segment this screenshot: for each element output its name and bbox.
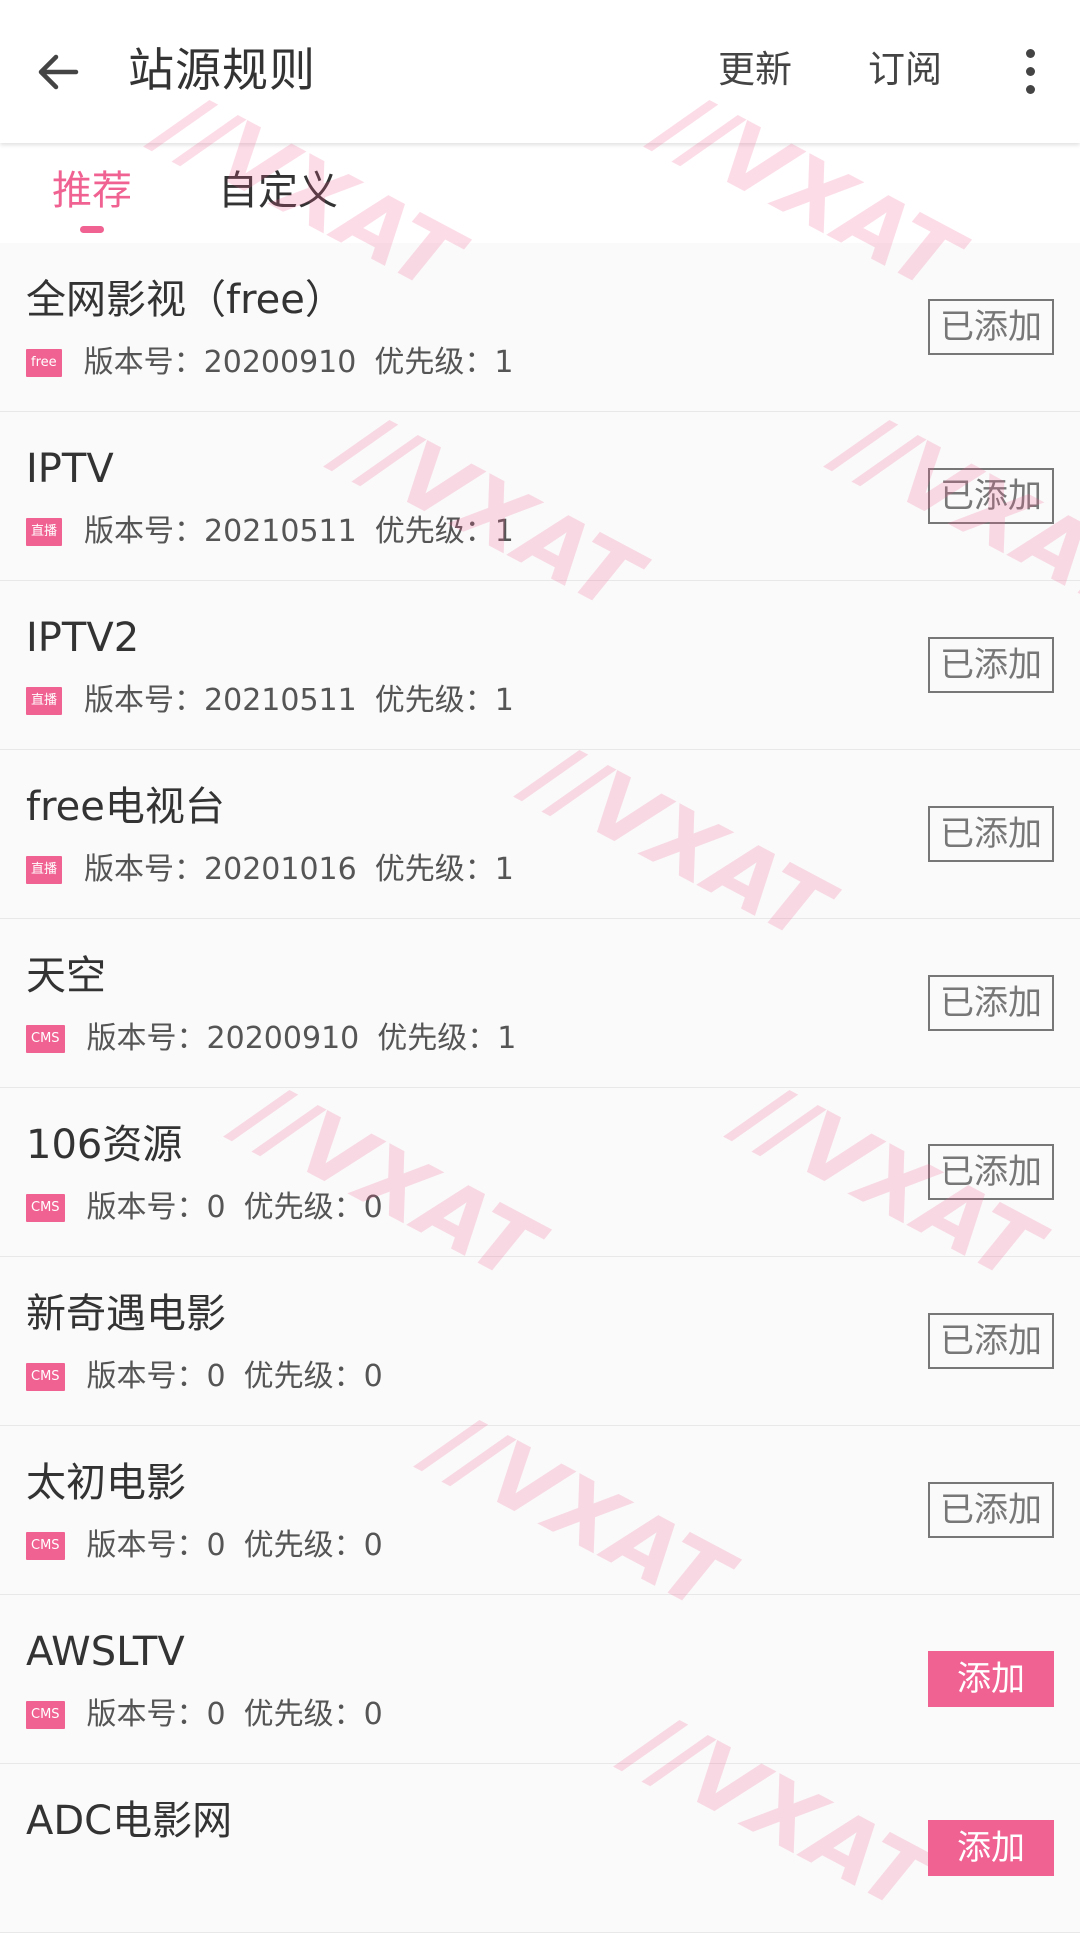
tab-custom[interactable]: 自定义: [218, 163, 338, 219]
source-row[interactable]: 106资源 CMS 版本号：0 优先级：0 已添加: [0, 1088, 1080, 1257]
source-meta: CMS 版本号：0 优先级：0: [26, 1357, 383, 1397]
page-title: 站源规则: [128, 43, 316, 97]
source-name: IPTV2: [26, 615, 140, 661]
source-row[interactable]: AWSLTV CMS 版本号：0 优先级：0 添加: [0, 1595, 1080, 1764]
source-name: 天空: [26, 953, 106, 999]
source-version: 版本号：20200910: [86, 1021, 360, 1056]
source-name: AWSLTV: [26, 1629, 185, 1675]
source-version: 版本号：0: [86, 1697, 226, 1732]
source-meta: CMS 版本号：0 优先级：0: [26, 1526, 383, 1566]
source-type-badge: CMS: [26, 1194, 65, 1222]
more-vert-icon-dot: [1025, 84, 1035, 94]
source-meta: CMS 版本号：0 优先级：0: [26, 1188, 383, 1228]
source-meta: 直播 版本号：20201016 优先级：1: [26, 850, 514, 890]
source-type-badge: CMS: [26, 1025, 65, 1053]
source-name: 太初电影: [26, 1460, 186, 1506]
source-row[interactable]: ADC电影网 添加: [0, 1764, 1080, 1933]
app-bar: 站源规则 更新 订阅: [0, 0, 1080, 143]
source-type-badge: 直播: [26, 518, 63, 546]
source-row[interactable]: 天空 CMS 版本号：20200910 优先级：1 已添加: [0, 919, 1080, 1088]
source-type-badge: 直播: [26, 856, 63, 884]
source-name: 全网影视（free）: [26, 277, 345, 323]
source-version: 版本号：20210511: [84, 683, 357, 718]
tab-indicator: [80, 226, 104, 233]
source-priority: 优先级：0: [243, 1697, 383, 1732]
source-version: 版本号：0: [86, 1359, 226, 1394]
source-meta: 直播 版本号：20210511 优先级：1: [26, 512, 514, 552]
add-button[interactable]: 添加: [928, 1820, 1054, 1876]
added-button[interactable]: 已添加: [928, 468, 1054, 524]
source-priority: 优先级：1: [374, 345, 514, 380]
source-meta: 直播 版本号：20210511 优先级：1: [26, 681, 514, 721]
source-priority: 优先级：1: [374, 852, 514, 887]
update-button[interactable]: 更新: [718, 42, 792, 98]
arrow-left-icon: [38, 54, 79, 90]
source-list: 全网影视（free） free 版本号：20200910 优先级：1 已添加 IPTV 直播…: [0, 243, 1080, 1933]
source-row[interactable]: free电视台直播 版本号：20201016 优先级：1 已添加: [0, 750, 1080, 919]
source-priority: 优先级：1: [377, 1021, 517, 1056]
source-version: 版本号：20200910: [83, 345, 357, 380]
source-row[interactable]: 新奇遇电影 CMS 版本号：0 优先级：0 已添加: [0, 1257, 1080, 1426]
source-name: ADC电影网: [26, 1798, 233, 1844]
source-meta: free 版本号：20200910 优先级：1: [26, 343, 513, 383]
more-vert-icon: [1025, 48, 1035, 58]
source-row[interactable]: 太初电影 CMS 版本号：0 优先级：0 已添加: [0, 1426, 1080, 1595]
more-options-button[interactable]: [1010, 36, 1050, 106]
source-type-badge: free: [26, 349, 62, 377]
tab-recommend[interactable]: 推荐: [52, 163, 132, 219]
source-version: 版本号：0: [86, 1528, 226, 1563]
tab-bar: 推荐 自定义: [0, 143, 1080, 243]
added-button[interactable]: 已添加: [928, 1313, 1054, 1369]
source-priority: 优先级：1: [374, 514, 514, 549]
source-row[interactable]: IPTV2 直播 版本号：20210511 优先级：1 已添加: [0, 581, 1080, 750]
source-version: 版本号：20201016: [84, 852, 357, 887]
add-button[interactable]: 添加: [928, 1651, 1054, 1707]
added-button[interactable]: 已添加: [928, 1482, 1054, 1538]
source-priority: 优先级：0: [243, 1359, 383, 1394]
more-vert-icon-dot: [1025, 66, 1035, 76]
source-name: 106资源: [26, 1122, 183, 1168]
source-type-badge: CMS: [26, 1532, 65, 1560]
source-name: free电视台: [26, 784, 225, 830]
source-type-badge: CMS: [26, 1363, 65, 1391]
source-name: IPTV: [26, 446, 114, 492]
source-row[interactable]: 全网影视（free） free 版本号：20200910 优先级：1 已添加: [0, 243, 1080, 412]
source-version: 版本号：0: [86, 1190, 226, 1225]
source-type-badge: 直播: [26, 687, 63, 715]
source-type-badge: CMS: [26, 1701, 65, 1729]
source-version: 版本号：20210511: [84, 514, 357, 549]
added-button[interactable]: 已添加: [928, 1144, 1054, 1200]
added-button[interactable]: 已添加: [928, 637, 1054, 693]
added-button[interactable]: 已添加: [928, 299, 1054, 355]
source-name: 新奇遇电影: [26, 1291, 226, 1337]
source-row[interactable]: IPTV 直播 版本号：20210511 优先级：1 已添加: [0, 412, 1080, 581]
source-meta: CMS 版本号：0 优先级：0: [26, 1695, 383, 1735]
added-button[interactable]: 已添加: [928, 975, 1054, 1031]
subscribe-button[interactable]: 订阅: [868, 42, 942, 98]
added-button[interactable]: 已添加: [928, 806, 1054, 862]
source-meta: CMS 版本号：20200910 优先级：1: [26, 1019, 516, 1059]
back-button[interactable]: [22, 32, 94, 112]
source-priority: 优先级：0: [243, 1190, 383, 1225]
source-priority: 优先级：1: [374, 683, 514, 718]
source-priority: 优先级：0: [243, 1528, 383, 1563]
